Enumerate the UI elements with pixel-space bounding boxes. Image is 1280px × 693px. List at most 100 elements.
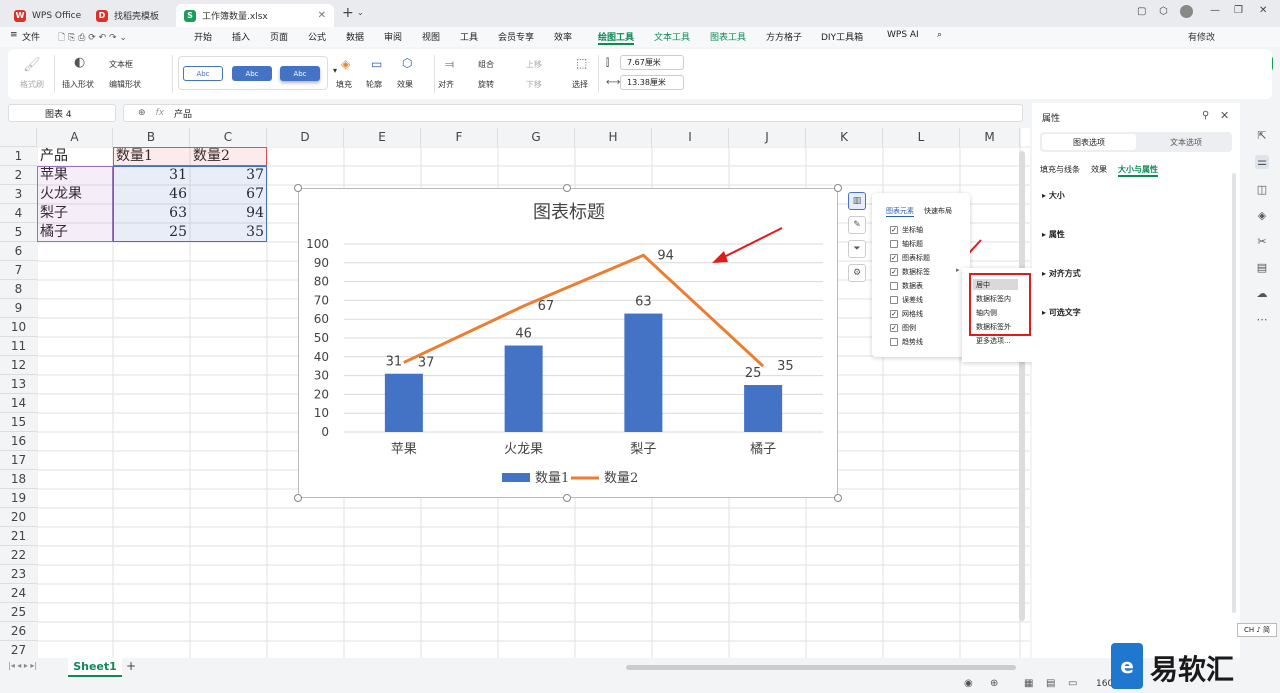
chart-element-option[interactable]: ✓ 图例 (890, 323, 916, 333)
menu-home[interactable]: 开始 (194, 30, 212, 43)
grid-view-icon[interactable]: ⊕ (990, 678, 998, 689)
chart-element-option[interactable]: ✓ 数据标签 (890, 267, 930, 277)
subtab-fill-line[interactable]: 填充与线条 (1040, 164, 1080, 175)
menu-view[interactable]: 视图 (422, 30, 440, 43)
menu-fangfange[interactable]: 方方格子 (766, 30, 802, 43)
chart-settings-icon[interactable]: ⚙ (848, 264, 866, 282)
chart-elements-icon[interactable]: ▥ (848, 192, 866, 210)
edit-shape-button[interactable]: 编辑形状 (109, 79, 141, 90)
insert-shape-button[interactable]: 插入形状 (62, 79, 94, 90)
tab-text-options[interactable]: 文本选项 (1142, 134, 1230, 150)
rotate-button[interactable]: 旋转 (478, 79, 494, 90)
checkbox[interactable]: ✓ (890, 254, 898, 262)
column-header[interactable]: M (960, 128, 1020, 147)
column-header[interactable]: A (37, 128, 113, 147)
menu-diy-toolbox[interactable]: DIY工具箱 (821, 30, 863, 43)
select-button[interactable]: 选择 (572, 79, 588, 90)
group-button[interactable]: 组合 (478, 59, 494, 70)
tab-wps-office[interactable]: W WPS Office (6, 4, 89, 27)
resize-handle-bl[interactable] (294, 494, 302, 502)
resize-handle-br[interactable] (834, 494, 842, 502)
fx-icon[interactable]: fx (156, 108, 165, 118)
checkbox[interactable]: ✓ (890, 324, 898, 332)
modified-status[interactable]: 有修改 (1188, 30, 1215, 43)
section-properties[interactable]: ▸ 属性 (1042, 229, 1065, 240)
style-dropdown-icon[interactable]: ▾ (333, 66, 337, 75)
row-header[interactable]: 27 (0, 641, 37, 658)
style-outline[interactable]: Abc (183, 66, 223, 81)
row-header[interactable]: 1 (0, 147, 37, 166)
option-more[interactable]: 更多选项... (976, 336, 1011, 346)
bar-data-label[interactable]: 46 (515, 327, 532, 342)
menu-file[interactable]: 文件 (22, 30, 40, 43)
reading-view-icon[interactable]: ▭ (1068, 678, 1077, 689)
backup-icon[interactable]: ☁ (1255, 287, 1269, 301)
menu-data[interactable]: 数据 (346, 30, 364, 43)
horizontal-scrollbar[interactable] (626, 665, 1016, 670)
more-icon[interactable]: ⋯ (1255, 313, 1269, 327)
textbox-button[interactable]: 文本框 (109, 59, 133, 70)
menu-insert[interactable]: 插入 (232, 30, 250, 43)
resize-handle-t[interactable] (563, 184, 571, 192)
line-data-label[interactable]: 35 (777, 359, 794, 374)
style-filled[interactable]: Abc (232, 66, 272, 81)
page-view-icon[interactable]: ▤ (1046, 678, 1055, 689)
series-line[interactable] (403, 253, 765, 368)
checkbox[interactable]: ✓ (890, 268, 898, 276)
section-size[interactable]: ▸ 大小 (1042, 190, 1065, 201)
line-data-label[interactable]: 67 (538, 299, 555, 314)
row-header[interactable]: 9 (0, 299, 37, 318)
sheet-tab[interactable]: Sheet1 (68, 658, 122, 677)
chart-title[interactable]: 图表标题 (533, 202, 605, 223)
style-icon[interactable]: ◈ (1255, 209, 1269, 223)
tools-icon[interactable]: ✂ (1255, 235, 1269, 249)
row-header[interactable]: 17 (0, 451, 37, 470)
quick-access-icons[interactable]: 🗋 ⎘ ⎙ ⟳ ↶ ↷ ⌄ (58, 30, 127, 46)
chart-element-option[interactable]: ✓ 图表标题 (890, 253, 930, 263)
row-header[interactable]: 11 (0, 337, 37, 356)
search-icon[interactable]: ⌕ (937, 30, 942, 40)
column-header[interactable]: G (498, 128, 575, 147)
tab-workbook[interactable]: S 工作簿数量.xlsx ✕ (176, 4, 334, 27)
panel-title[interactable]: 属性 (1042, 111, 1060, 124)
close-tab-icon[interactable]: ✕ (318, 10, 326, 21)
column-header[interactable]: K (806, 128, 883, 147)
chart-element-option[interactable]: 趋势线 (890, 337, 923, 347)
new-tab-icon[interactable]: + (342, 5, 354, 21)
tab-template[interactable]: D 找稻壳模板 (88, 4, 167, 27)
row-header[interactable]: 21 (0, 527, 37, 546)
menu-member[interactable]: 会员专享 (498, 30, 534, 43)
row-header[interactable]: 16 (0, 432, 37, 451)
style-shadow[interactable]: Abc (280, 66, 320, 81)
add-sheet-button[interactable]: + (126, 659, 136, 673)
column-header[interactable]: F (421, 128, 498, 147)
bar-data-label[interactable]: 25 (745, 366, 762, 381)
row-header[interactable]: 7 (0, 261, 37, 280)
row-header[interactable]: 3 (0, 185, 37, 204)
chevron-right-icon[interactable]: ▸ (956, 266, 960, 274)
outline-button[interactable]: 轮廓 (366, 79, 382, 90)
move-down-button[interactable]: 下移 (526, 79, 542, 90)
chart-element-option[interactable]: 数据表 (890, 281, 923, 291)
row-header[interactable]: 25 (0, 603, 37, 622)
close-panel-icon[interactable]: ✕ (1220, 109, 1229, 122)
menu-drawing-tools[interactable]: 绘图工具 (598, 30, 635, 45)
column-header[interactable]: H (575, 128, 652, 147)
row-header[interactable]: 20 (0, 508, 37, 527)
resize-handle-tl[interactable] (294, 184, 302, 192)
row-header[interactable]: 10 (0, 318, 37, 337)
minimize-icon[interactable]: — (1210, 5, 1220, 16)
menu-formula[interactable]: 公式 (308, 30, 326, 43)
line-data-label[interactable]: 37 (418, 355, 435, 370)
column-header[interactable]: L (883, 128, 960, 147)
row-header[interactable]: 19 (0, 489, 37, 508)
properties-icon[interactable]: ⚌ (1255, 155, 1269, 169)
select-all-corner[interactable] (0, 128, 37, 147)
move-up-button[interactable]: 上移 (526, 59, 542, 70)
close-window-icon[interactable]: ✕ (1259, 5, 1267, 16)
chevron-down-icon[interactable]: ⌄ (357, 8, 364, 17)
chart-element-option[interactable]: 误差线 (890, 295, 923, 305)
tab-chart-options[interactable]: 图表选项 (1042, 134, 1136, 150)
row-header[interactable]: 8 (0, 280, 37, 299)
fill-button[interactable]: 填充 (336, 79, 352, 90)
